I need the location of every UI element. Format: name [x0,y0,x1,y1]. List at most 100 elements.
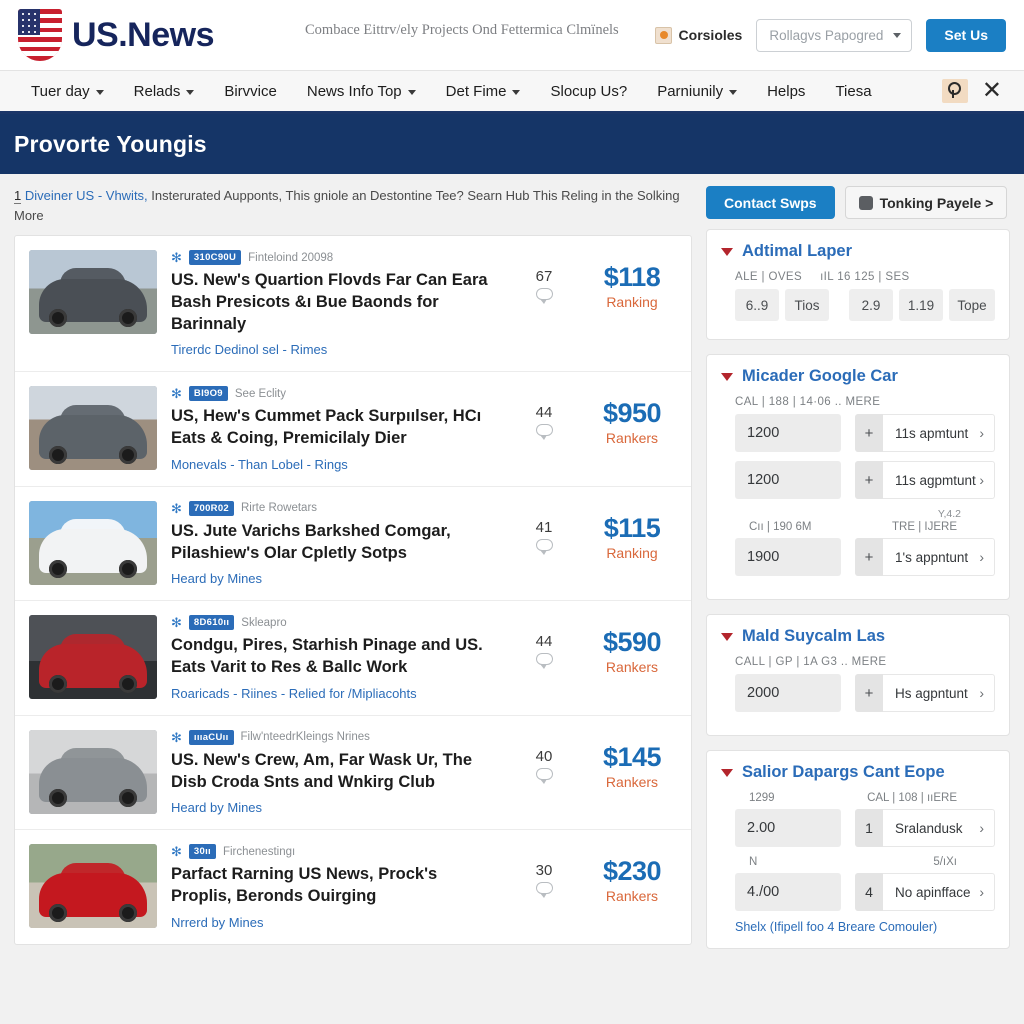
comment-icon [535,882,553,899]
card-header[interactable]: Salior Dapargs Cant Eope [721,763,995,782]
action-label: 11s agpmtunt [895,472,976,488]
plus-icon[interactable]: + [855,674,883,712]
table-row[interactable]: ✻ ıııaCUıı Filw'nteedrKleings Nrines US.… [15,716,691,831]
nav-item-3[interactable]: News Info Top [292,71,431,111]
tonking-payele-label: Tonking Payele > [879,194,994,211]
nav-item-2[interactable]: Birvvice [209,71,292,111]
nav-item-6[interactable]: Parniunily [642,71,752,111]
site-header: US.News Combace Eittrv/ely Projects Ond … [0,0,1024,70]
value-field[interactable]: 2.00 [735,809,841,847]
card-header[interactable]: Mald Suycalm Las [721,627,995,646]
table-row[interactable]: ✻ 700R02 Rirte Rowetars US. Jute Varichs… [15,487,691,602]
article-title[interactable]: Condɡu, Pires, Starhish Pinage and US. E… [171,635,499,679]
chevron-down-icon [407,90,416,95]
nav-item-0[interactable]: Tuer day [16,71,119,111]
article-tagline: ✻ 310C90U Finteloind 20098 [171,250,499,265]
article-pill: 8D610ıı [188,615,235,631]
table-row[interactable]: ✻ 8D610ıı Skleapro Condɡu, Pires, Starhi… [15,601,691,716]
step-number[interactable]: 1 [855,809,883,847]
plus-icon[interactable]: + [855,461,883,499]
tonking-payele-button[interactable]: Tonking Payele > [844,186,1008,219]
table-row[interactable]: ✻ 30ıı Firchenestingı Parfact Rarning US… [15,830,691,944]
value-field[interactable]: 1200 [735,461,841,499]
plus-icon[interactable]: + [855,538,883,576]
value-field[interactable]: 4./00 [735,873,841,911]
input-row-0: 2.00 1 Sralandusk › [735,809,995,847]
nav-item-5[interactable]: Slocup Us? [535,71,642,111]
chevron-right-icon: › [979,472,984,488]
key-icon[interactable] [941,79,968,103]
action-button[interactable]: No apinfface › [883,873,995,911]
plus-icon[interactable]: + [855,414,883,452]
article-title[interactable]: US. New's Quartion Flovds Far Can Eara B… [171,270,499,335]
input-row-1: 1200 + 11s agpmtunt › [735,461,995,499]
article-title[interactable]: US, Hew's Cummet Pack Surpıılser, HCı Ea… [171,406,499,450]
star-icon: ✻ [171,729,182,745]
article-price-block: $590 Rankers [589,615,675,675]
consoles-link[interactable]: Corsioles [654,26,742,44]
chip-0[interactable]: 6..9 [735,289,779,321]
step-number[interactable]: 4 [855,873,883,911]
article-thumbnail [29,500,157,585]
card-mid-left: N [749,856,758,868]
article-tagtext: Firchenestingı [222,845,296,858]
article-pill: 310C90U [188,250,242,265]
chip-1[interactable]: Tios [785,289,829,321]
action-button[interactable]: 11s apmtunt › [883,414,995,452]
triangle-down-icon [721,247,733,256]
action-button[interactable]: 1's appntunt › [883,538,995,576]
comment-icon [535,653,553,670]
comment-icon [535,288,553,304]
article-body: ✻ 8D610ıı Skleapro Condɡu, Pires, Starhi… [171,615,499,701]
set-us-button[interactable]: Set Us [926,18,1006,52]
brand-logo[interactable]: US.News [18,9,215,61]
card-header[interactable]: Micader Google Car [721,367,995,386]
article-subtitle[interactable]: Monevals - Than Lobel - Rings [171,457,499,472]
article-meta: 40 [513,730,575,785]
article-subtitle[interactable]: Heard by Mines [171,571,499,586]
breadcrumb-more[interactable]: More [14,208,44,223]
article-list: ✻ 310C90U Finteloind 20098 US. New's Qua… [14,235,692,945]
close-icon[interactable]: ✕ [982,79,1002,103]
action-button[interactable]: Hs agpntunt › [883,674,995,712]
card-sublabels: 1299 CAL | 108 | ııERE [721,792,995,804]
nav-label-8: Tiesa [835,82,872,100]
main-navigation: Tuer day Relads Birvvice News Info Top D… [0,70,1024,114]
article-title[interactable]: US. Jute Varichs Barkshed Comgar, Pilash… [171,521,499,565]
table-row[interactable]: ✻ 310C90U Finteloind 20098 US. New's Qua… [15,236,691,373]
article-title[interactable]: Parfact Rarning US News, Prock's Proplis… [171,864,499,908]
action-button[interactable]: Sralandusk › [883,809,995,847]
header-dropdown[interactable]: Rollagvs Papogred [756,18,913,52]
nav-item-8[interactable]: Tiesa [820,71,886,111]
chip-3[interactable]: 1.19 [899,289,943,321]
action-button[interactable]: 11s agpmtunt › [883,461,995,499]
article-price: $230 [602,856,662,887]
value-field[interactable]: 2000 [735,674,841,712]
table-row[interactable]: ✻ BI9O9 See Eclity US, Hew's Cummet Pack… [15,372,691,487]
article-meta: 30 [513,844,575,899]
card-footnote[interactable]: Shelx (Ifipell foo 4 Breare Comouler) [735,920,995,934]
article-thumbnail [29,615,157,700]
nav-item-1[interactable]: Relads [119,71,210,111]
article-subtitle[interactable]: Roaricads - Riines - Relied for /Mipliac… [171,686,499,701]
chip-4[interactable]: Tope [949,289,995,321]
value-field[interactable]: 1200 [735,414,841,452]
sidebar-card-salior-dapargs: Salior Dapargs Cant Eope 1299 CAL | 108 … [706,750,1010,949]
breadcrumb-link[interactable]: Diveiner US - Vhwits, [25,188,148,203]
nav-label-7: Helps [767,82,806,100]
article-subtitle[interactable]: Heard by Mines [171,800,499,815]
article-subtitle[interactable]: Nrrerd by Mines [171,915,499,930]
card-sub2-right: TRE | IJERE [892,521,957,533]
value-field[interactable]: 1900 [735,538,841,576]
article-subtitle[interactable]: Tirerdc Dedinol sel - Rimes [171,342,499,357]
chip-2[interactable]: 2.9 [849,289,893,321]
card-sublabels-2: Cıı | 190 6M TRE | IJERE [721,521,995,533]
article-pill: 30ıı [188,844,216,860]
contact-button[interactable]: Contact Swps [706,186,835,219]
article-title[interactable]: US. New's Crew, Am, Far Wask Ur, The Dis… [171,750,499,794]
nav-item-4[interactable]: Det Fime [431,71,536,111]
article-price: $115 [603,512,661,543]
nav-item-7[interactable]: Helps [752,71,820,111]
card-header[interactable]: Adtimal Laper [721,242,995,261]
input-row-0: 2000 + Hs agpntunt › [735,674,995,712]
